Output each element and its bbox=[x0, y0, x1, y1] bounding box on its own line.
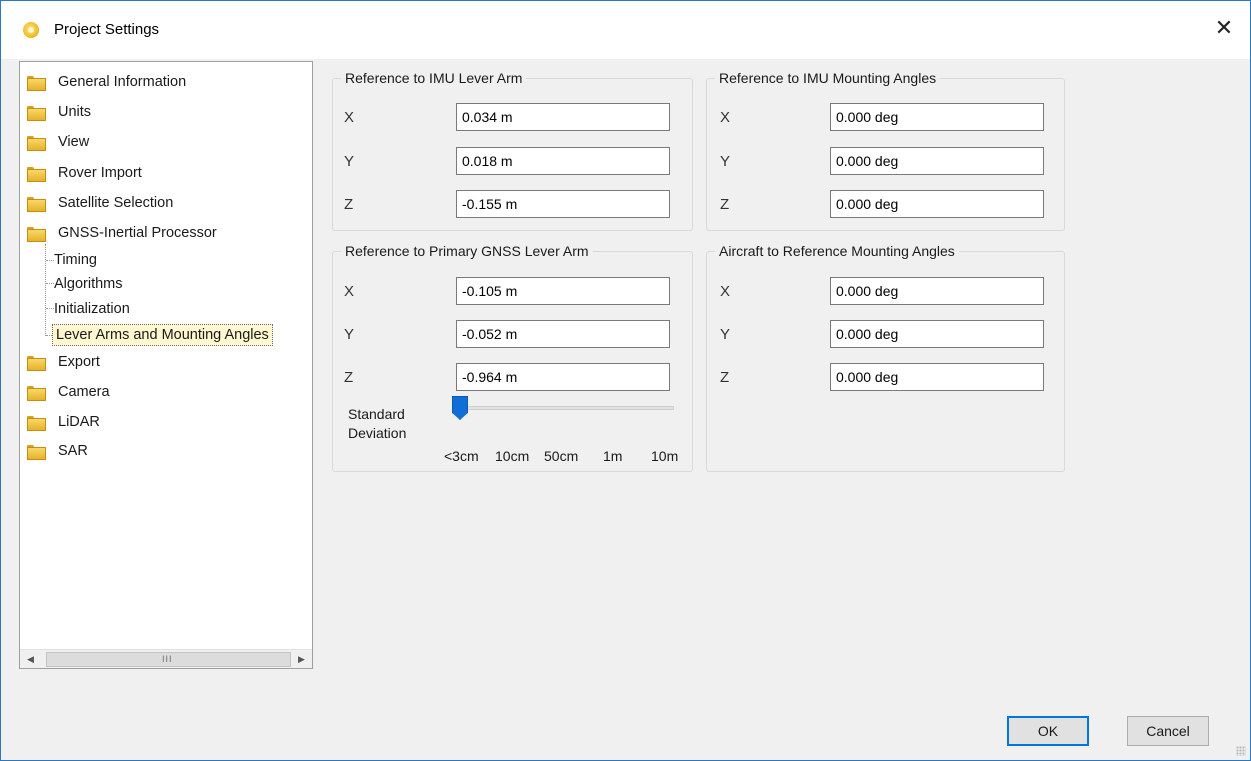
imu-lever-arm-x-input[interactable] bbox=[456, 103, 670, 131]
tree-item-label: Initialization bbox=[54, 301, 130, 317]
tree-item-label: General Information bbox=[58, 74, 187, 90]
group-title: Reference to IMU Lever Arm bbox=[341, 70, 527, 86]
tree-item-label: View bbox=[58, 134, 90, 150]
tree-item-label: Export bbox=[58, 354, 100, 370]
gnss-lever-arm-y-input[interactable] bbox=[456, 320, 670, 348]
settings-tree[interactable]: General Information Units View Rover Imp… bbox=[19, 61, 313, 669]
folder-icon bbox=[27, 356, 46, 371]
std-dev-tick-label: 10m bbox=[651, 448, 679, 464]
resize-grip-icon[interactable] bbox=[1236, 746, 1246, 756]
window-title: Project Settings bbox=[54, 21, 160, 38]
folder-icon bbox=[27, 445, 46, 460]
title-bar: Project Settings ✕ bbox=[1, 1, 1250, 59]
z-label: Z bbox=[720, 196, 730, 213]
imu-lever-arm-y-input[interactable] bbox=[456, 147, 670, 175]
std-dev-label: Standard bbox=[348, 406, 405, 422]
group-title: Reference to Primary GNSS Lever Arm bbox=[341, 243, 593, 259]
project-settings-dialog: Project Settings ✕ General Information U… bbox=[0, 0, 1251, 761]
tree-item-label: Units bbox=[58, 104, 92, 120]
std-dev-tick-label: <3cm bbox=[444, 448, 479, 464]
aircraft-mounting-x-input[interactable] bbox=[830, 277, 1044, 305]
group-title: Aircraft to Reference Mounting Angles bbox=[715, 243, 959, 259]
close-button[interactable]: ✕ bbox=[1210, 15, 1238, 43]
imu-lever-arm-z-input[interactable] bbox=[456, 190, 670, 218]
std-dev-tick-label: 1m bbox=[603, 448, 623, 464]
std-dev-label: Deviation bbox=[348, 425, 407, 441]
tree-item-label: Satellite Selection bbox=[58, 195, 174, 211]
tree-item-label: Camera bbox=[58, 384, 110, 400]
folder-icon bbox=[27, 136, 46, 151]
gnss-lever-arm-x-input[interactable] bbox=[456, 277, 670, 305]
folder-icon bbox=[27, 386, 46, 401]
z-label: Z bbox=[344, 369, 354, 386]
folder-icon bbox=[27, 106, 46, 121]
tree-item-label: Lever Arms and Mounting Angles bbox=[52, 324, 273, 346]
tree-connector-line bbox=[46, 308, 54, 309]
tree-item-label: SAR bbox=[58, 443, 88, 459]
tree-connector-line bbox=[45, 244, 46, 336]
tree-item-label: GNSS-Inertial Processor bbox=[58, 225, 217, 241]
aircraft-mounting-z-input[interactable] bbox=[830, 363, 1044, 391]
tree-item-label: Algorithms bbox=[54, 276, 123, 292]
scroll-thumb[interactable]: III bbox=[46, 652, 291, 667]
ok-button[interactable]: OK bbox=[1007, 716, 1089, 746]
x-label: X bbox=[344, 109, 355, 126]
imu-mounting-x-input[interactable] bbox=[830, 103, 1044, 131]
std-dev-tick-label: 10cm bbox=[495, 448, 530, 464]
y-label: Y bbox=[720, 153, 731, 170]
y-label: Y bbox=[344, 153, 355, 170]
cancel-button[interactable]: Cancel bbox=[1127, 716, 1209, 746]
std-dev-slider-track[interactable] bbox=[453, 406, 674, 410]
aircraft-mounting-y-input[interactable] bbox=[830, 320, 1044, 348]
tree-item-label: Rover Import bbox=[58, 165, 142, 181]
grip-icon: III bbox=[162, 654, 173, 664]
tree-item-label: LiDAR bbox=[58, 414, 100, 430]
folder-icon bbox=[27, 227, 46, 242]
y-label: Y bbox=[720, 326, 731, 343]
std-dev-tick-label: 50cm bbox=[544, 448, 579, 464]
app-sun-icon bbox=[23, 22, 39, 38]
folder-icon bbox=[27, 197, 46, 212]
imu-mounting-z-input[interactable] bbox=[830, 190, 1044, 218]
imu-mounting-y-input[interactable] bbox=[830, 147, 1044, 175]
tree-item-label: Timing bbox=[54, 252, 97, 268]
tree-horizontal-scrollbar[interactable]: ◀ III ▶ bbox=[20, 649, 312, 668]
folder-icon bbox=[27, 167, 46, 182]
z-label: Z bbox=[344, 196, 354, 213]
scroll-right-arrow-icon[interactable]: ▶ bbox=[293, 650, 310, 669]
folder-icon bbox=[27, 416, 46, 431]
y-label: Y bbox=[344, 326, 355, 343]
z-label: Z bbox=[720, 369, 730, 386]
tree-connector-line bbox=[46, 260, 54, 261]
x-label: X bbox=[720, 109, 731, 126]
scroll-left-arrow-icon[interactable]: ◀ bbox=[22, 650, 39, 669]
tree-connector-line bbox=[46, 283, 54, 284]
x-label: X bbox=[344, 283, 355, 300]
folder-icon bbox=[27, 76, 46, 91]
gnss-lever-arm-z-input[interactable] bbox=[456, 363, 670, 391]
x-label: X bbox=[720, 283, 731, 300]
group-title: Reference to IMU Mounting Angles bbox=[715, 70, 941, 86]
